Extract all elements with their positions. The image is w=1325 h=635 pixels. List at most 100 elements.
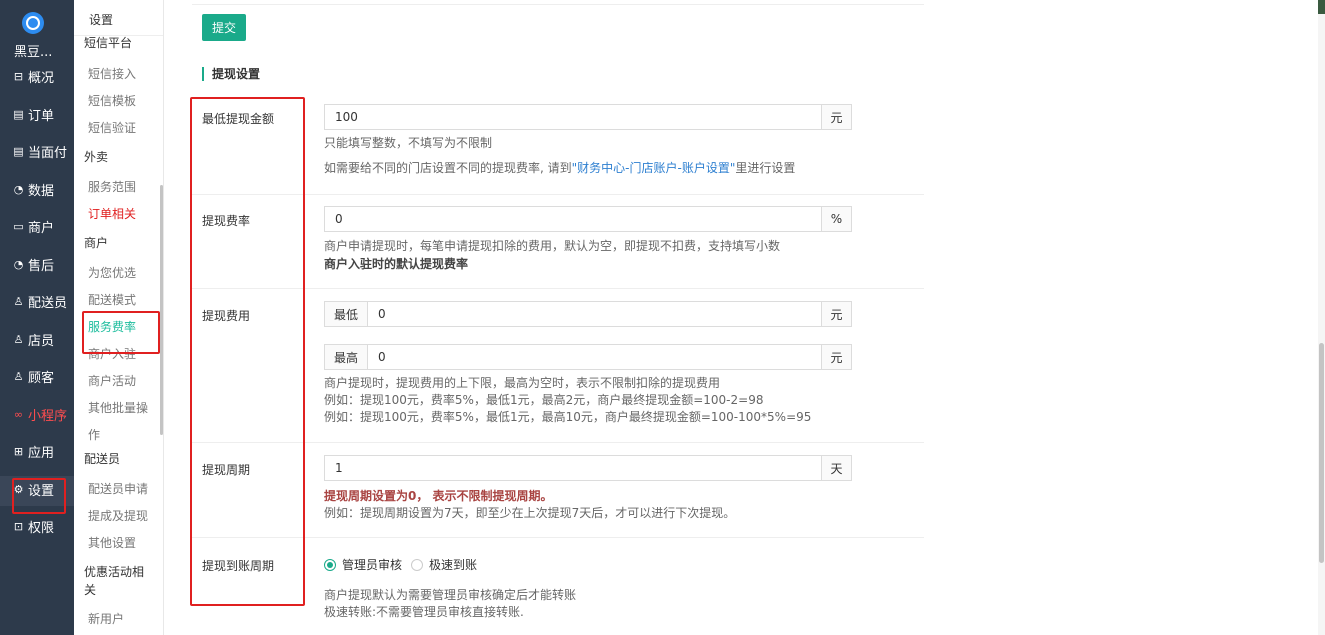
finance-settings-link[interactable]: "财务中心-门店账户-账户设置": [572, 161, 736, 175]
app-logo-icon: [22, 12, 44, 34]
fee-rate-unit: %: [821, 206, 852, 232]
nav-label: 顾客: [28, 370, 55, 386]
fee-max-prefix: 最高: [324, 344, 368, 370]
nav-item-merchant[interactable]: ▭ 商户: [12, 216, 54, 236]
nav-label: 售后: [28, 258, 55, 274]
submit-button[interactable]: 提交: [202, 14, 246, 41]
nav-item-courier[interactable]: ♙ 配送员: [12, 291, 67, 311]
orders-icon: ▤: [13, 107, 24, 121]
clerk-icon: ♙: [13, 332, 24, 346]
nav-label: 数据: [28, 183, 55, 199]
subnav-group-courier: 配送员: [84, 452, 121, 466]
radio-instant-arrival[interactable]: 极速到账: [411, 556, 477, 573]
lock-icon: ⊡: [13, 519, 24, 533]
radio-checked-icon: [324, 558, 336, 571]
top-divider: [192, 4, 924, 5]
fee-max-input[interactable]: 0: [367, 344, 822, 370]
min-amount-unit: 元: [821, 104, 852, 130]
subnav-item-merchant-activity[interactable]: 商户活动: [88, 372, 136, 389]
subnav-group-sms: 短信平台: [84, 36, 133, 50]
arrival-help-2: 极速转账:不需要管理员审核直接转账.: [324, 605, 524, 619]
nav-item-apps[interactable]: ⊞ 应用: [12, 441, 54, 461]
nav-item-face-pay[interactable]: ▤ 当面付: [12, 141, 67, 161]
nav-item-mini-program[interactable]: ∞ 小程序: [12, 404, 67, 424]
subnav-item-recommend[interactable]: 为您优选: [88, 264, 136, 281]
arrival-help: 商户提现默认为需要管理员审核确定后才能转账: [324, 588, 577, 602]
nav-label: 应用: [28, 445, 55, 461]
help-text: 里进行设置: [735, 161, 796, 175]
nav-item-permissions[interactable]: ⊡ 权限: [12, 516, 54, 536]
nav-label: 订单: [28, 108, 55, 124]
overview-icon: ⊟: [13, 69, 24, 83]
face-pay-icon: ▤: [13, 144, 24, 158]
nav-label: 概况: [28, 70, 55, 86]
nav-label: 配送员: [28, 295, 68, 311]
fee-min-input[interactable]: 0: [367, 301, 822, 327]
nav-label: 小程序: [28, 408, 68, 424]
subnav-item-sms-verify[interactable]: 短信验证: [88, 119, 136, 136]
nav-label: 权限: [28, 520, 55, 536]
fee-min-prefix: 最低: [324, 301, 368, 327]
radio-admin-review[interactable]: 管理员审核: [324, 556, 402, 573]
fee-help: 商户提现时，提现费用的上下限，最高为空时，表示不限制扣除的提现费用: [324, 376, 721, 390]
fee-max-unit: 元: [821, 344, 852, 370]
highlight-box-service-rate: [82, 311, 160, 354]
fee-example-2: 例如：提现100元，费率5%，最低1元，最高10元，商户最终提现金额=100-1…: [324, 410, 812, 424]
subnav-item-order-related[interactable]: 订单相关: [88, 205, 136, 222]
subnav-group-promo-cont: 关: [84, 583, 97, 597]
nav-label: 当面付: [28, 145, 68, 161]
min-amount-help-2: 如需要给不同的门店设置不同的提现费率, 请到"财务中心-门店账户-账户设置"里进…: [324, 159, 795, 176]
subnav-item-courier-apply[interactable]: 配送员申请: [88, 480, 148, 497]
subnav-item-new-user[interactable]: 新用户: [88, 610, 124, 627]
nav-item-after-sales[interactable]: ◔ 售后: [12, 254, 54, 274]
nav-label: 商户: [28, 220, 55, 236]
period-input[interactable]: 1: [324, 455, 822, 481]
subnav-item-sms-template[interactable]: 短信模板: [88, 92, 136, 109]
highlight-box-labels: [190, 97, 305, 606]
subnav-item-delivery-mode[interactable]: 配送模式: [88, 291, 136, 308]
fee-rate-input[interactable]: 0: [324, 206, 822, 232]
fee-rate-help: 商户申请提现时，每笔申请提现扣除的费用，默认为空，即提现不扣费，支持填写小数: [324, 239, 781, 253]
after-sales-icon: ◔: [13, 257, 24, 271]
highlight-box-settings: [12, 478, 66, 514]
subnav-item-commission[interactable]: 提成及提现: [88, 507, 148, 524]
period-unit: 天: [821, 455, 852, 481]
radio-unchecked-icon: [411, 558, 423, 571]
fee-example-1: 例如：提现100元，费率5%，最低1元，最高2元，商户最终提现金额=100-2=…: [324, 393, 764, 407]
merchant-icon: ▭: [13, 219, 24, 233]
customer-icon: ♙: [13, 369, 24, 383]
subnav-item-batch-ops[interactable]: 其他批量操: [88, 399, 148, 416]
apps-icon: ⊞: [13, 444, 24, 458]
subnav-group-merchant: 商户: [84, 236, 109, 250]
subnav-item-sms-access[interactable]: 短信接入: [88, 65, 136, 82]
fee-rate-help-bold: 商户入驻时的默认提现费率: [324, 257, 469, 271]
courier-icon: ♙: [13, 294, 24, 308]
subnav-item-other-settings[interactable]: 其他设置: [88, 534, 136, 551]
nav-item-overview[interactable]: ⊟ 概况: [12, 66, 54, 86]
subnav-scrollbar[interactable]: [160, 185, 163, 435]
min-amount-input[interactable]: 100: [324, 104, 822, 130]
subnav-title: 设置: [89, 13, 114, 27]
period-warning: 提现周期设置为0， 表示不限制提现周期。: [324, 489, 553, 503]
nav-item-clerk[interactable]: ♙ 店员: [12, 329, 54, 349]
period-example: 例如：提现周期设置为7天，即至少在上次提现7天后，才可以进行下次提现。: [324, 506, 736, 520]
mini-program-icon: ∞: [13, 407, 24, 421]
scrollbar-thumb[interactable]: [1319, 343, 1324, 563]
nav-item-orders[interactable]: ▤ 订单: [12, 104, 54, 124]
subnav-group-takeout: 外卖: [84, 150, 109, 164]
data-icon: ◔: [13, 182, 24, 196]
subnav-item-batch-ops-cont[interactable]: 作: [88, 426, 100, 443]
page-scrollbar[interactable]: [1318, 0, 1325, 635]
nav-item-data[interactable]: ◔ 数据: [12, 179, 54, 199]
subnav-item-service-area[interactable]: 服务范围: [88, 178, 136, 195]
subnav-group-promo: 优惠活动相: [84, 565, 145, 579]
main-sidebar: 黑豆... ⊟ 概况 ▤ 订单 ▤ 当面付 ◔ 数据 ▭ 商户 ◔ 售后 ♙ 配送员 ♙ 店员 …: [0, 0, 74, 635]
main-content: 提交 提现设置 最低提现金额 100 元 只能填写整数，不填写为不限制 如需要给…: [164, 0, 1325, 635]
min-amount-help: 只能填写整数，不填写为不限制: [324, 136, 493, 150]
nav-item-customer[interactable]: ♙ 顾客: [12, 366, 54, 386]
help-text: 如需要给不同的门店设置不同的提现费率, 请到: [324, 161, 572, 175]
nav-label: 店员: [28, 333, 55, 349]
scrollbar-top-marker: [1318, 0, 1325, 14]
radio-label: 管理员审核: [342, 558, 403, 572]
section-title: 提现设置: [202, 67, 260, 81]
